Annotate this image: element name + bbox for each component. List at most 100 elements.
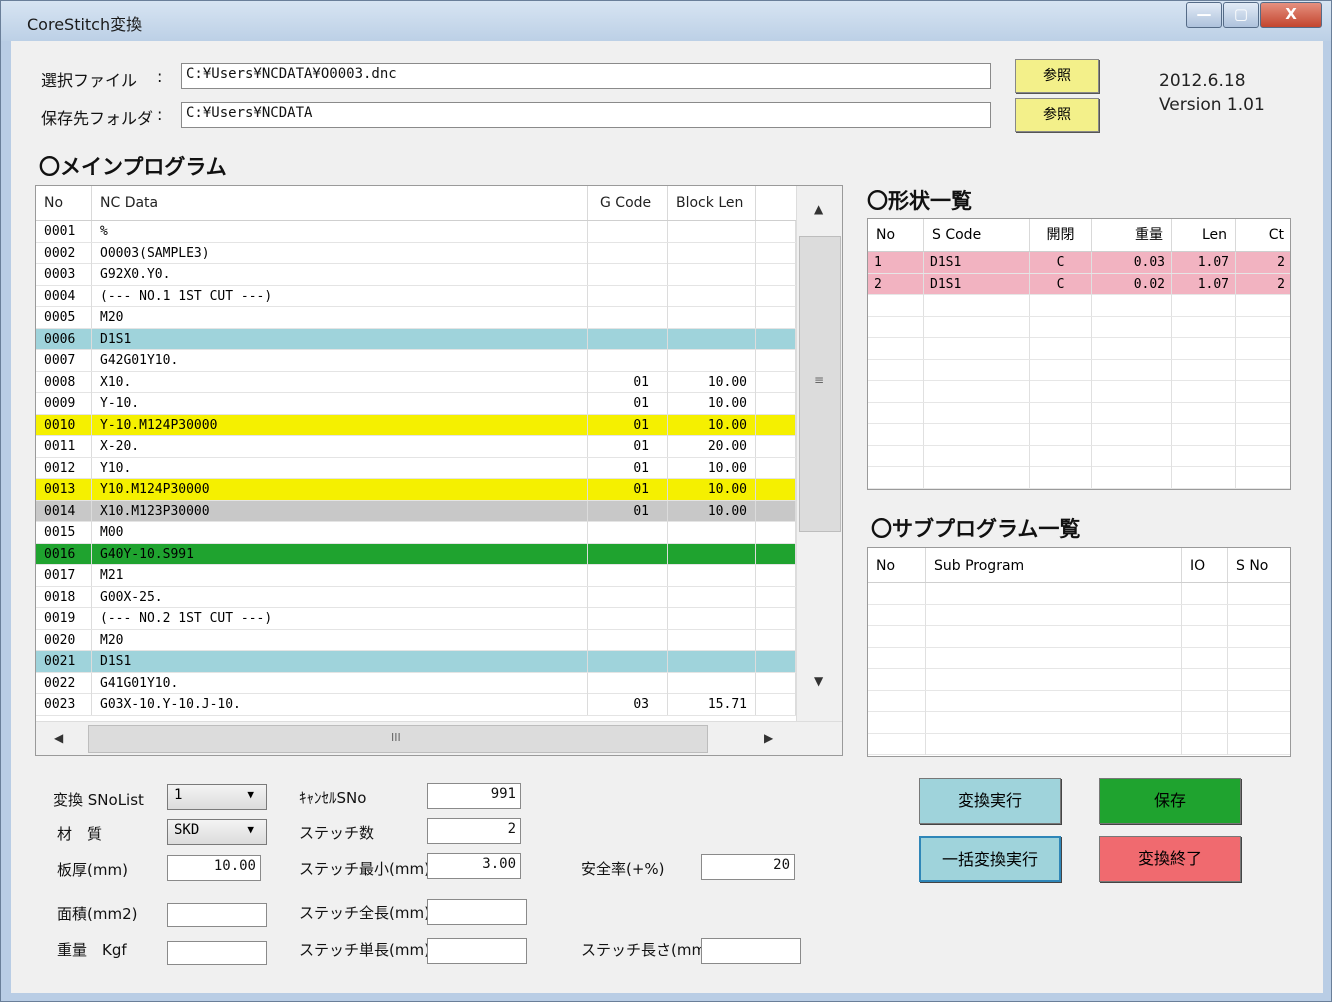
shape-col-no[interactable]: No [868,219,924,251]
cell-nc-data: G42G01Y10. [92,350,588,371]
material-select[interactable]: SKD ▼ [167,819,267,845]
cell-blank [756,608,796,629]
table-row[interactable]: 0007 G42G01Y10. [36,350,796,372]
col-header-nc-data[interactable]: NC Data [92,186,588,220]
cell-no: 0003 [36,264,92,285]
shape-row[interactable]: 1 D1S1 C 0.03 1.07 2 [868,252,1290,274]
shape-cell-len [1172,424,1236,445]
cell-no: 0008 [36,371,92,393]
shape-col-scode[interactable]: S Code [924,219,1030,251]
empty-cell [926,669,1182,690]
cell-g-code: 01 [588,371,668,393]
sub-col-io[interactable]: IO [1182,548,1228,582]
convert-button[interactable]: 変換実行 [919,778,1061,824]
table-row[interactable]: 0017 M21 [36,565,796,587]
empty-cell [926,647,1182,669]
batch-convert-button[interactable]: 一括変換実行 [919,836,1061,882]
col-header-no[interactable]: No [36,186,92,220]
close-button[interactable]: X [1260,2,1322,28]
cell-blank [756,694,796,715]
stitch-count-input[interactable]: 2 [427,818,521,844]
table-row[interactable]: 0012 Y10. 01 10.00 [36,457,796,479]
cell-no: 0019 [36,608,92,629]
table-row[interactable]: 0002 O0003(SAMPLE3) [36,242,796,264]
table-row[interactable]: 0006 D1S1 [36,328,796,350]
table-row[interactable]: 0014 X10.M123P30000 01 10.00 [36,500,796,522]
sub-col-no[interactable]: No [868,548,926,582]
table-row[interactable]: 0015 M00 [36,522,796,544]
cell-no: 0020 [36,629,92,651]
shape-cell-scode [924,467,1030,488]
empty-row [868,733,1290,755]
col-header-g-code[interactable]: G Code [588,186,668,220]
horizontal-scrollbar[interactable]: ◀ III ▶ [36,721,842,755]
file-path-input[interactable]: C:¥Users¥NCDATA¥O0003.dnc [181,63,991,89]
scroll-left-icon[interactable]: ◀ [54,731,63,745]
table-row[interactable]: 0010 Y-10.M124P30000 01 10.00 [36,414,796,436]
shape-cell-open-close [1030,467,1092,488]
window-title: CoreStitch変換 [27,15,143,34]
shape-row[interactable]: 2 D1S1 C 0.02 1.07 2 [868,273,1290,295]
table-row[interactable]: 0020 M20 [36,629,796,651]
material-label: 材 質 [57,825,103,843]
stitch-total-input[interactable] [427,899,527,925]
scroll-right-icon[interactable]: ▶ [764,731,773,745]
table-row[interactable]: 0019 (--- NO.2 1ST CUT ---) [36,608,796,630]
table-row[interactable]: 0023 G03X-10.Y-10.J-10. 03 15.71 [36,694,796,716]
vertical-scroll-thumb[interactable]: ≡ [799,236,841,532]
table-row[interactable]: 0016 G40Y-10.S991 [36,543,796,565]
table-row[interactable]: 0004 (--- NO.1 1ST CUT ---) [36,285,796,307]
shape-col-weight[interactable]: 重量 [1092,219,1172,251]
weight-input[interactable] [167,941,267,965]
shape-cell-weight [1092,445,1172,467]
browse-folder-button[interactable]: 参照 [1015,98,1099,132]
folder-path-input[interactable]: C:¥Users¥NCDATA [181,102,991,128]
stitch-min-input[interactable]: 3.00 [427,853,521,879]
table-row[interactable]: 0011 X-20. 01 20.00 [36,436,796,458]
table-row[interactable]: 0005 M20 [36,307,796,329]
cell-blank [756,285,796,307]
cell-g-code [588,264,668,285]
sub-col-program[interactable]: Sub Program [926,548,1182,582]
col-header-block-len[interactable]: Block Len [668,186,756,220]
cell-block-len [668,629,756,651]
empty-cell [926,626,1182,647]
scroll-up-icon[interactable]: ▲ [814,202,823,216]
table-row[interactable]: 0001% [36,221,796,243]
save-button[interactable]: 保存 [1099,778,1241,824]
table-row[interactable]: 0021 D1S1 [36,651,796,673]
cell-no: 0009 [36,393,92,414]
cell-nc-data: D1S1 [92,328,588,350]
shape-col-len[interactable]: Len [1172,219,1236,251]
horizontal-scroll-thumb[interactable]: III [88,725,708,753]
browse-file-button[interactable]: 参照 [1015,59,1099,93]
shape-col-ct[interactable]: Ct [1236,219,1290,251]
scroll-down-icon[interactable]: ▼ [814,674,823,688]
table-row[interactable]: 0022 G41G01Y10. [36,672,796,694]
vertical-scrollbar[interactable]: ▲ ≡ ▼ [796,186,842,721]
table-row[interactable]: 0008 X10. 01 10.00 [36,371,796,393]
shape-col-open-close[interactable]: 開閉 [1030,219,1092,251]
table-row[interactable]: 0013 Y10.M124P30000 01 10.00 [36,479,796,501]
safety-rate-input[interactable]: 20 [701,854,795,880]
snolist-value: 1 [174,787,183,803]
exit-convert-button[interactable]: 変換終了 [1099,836,1241,882]
stitch-unit-input[interactable] [427,938,527,964]
cell-no: 0015 [36,522,92,543]
thickness-input[interactable]: 10.00 [167,855,261,881]
snolist-select[interactable]: 1 ▼ [167,784,267,810]
maximize-button[interactable]: ▢ [1223,2,1259,28]
shape-list-grid: No S Code 開閉 重量 Len Ct 1 D1S1 C 0.03 1.07 2 2 D… [867,218,1291,490]
cell-g-code: 01 [588,500,668,522]
empty-cell [1228,691,1290,712]
cell-blank [756,328,796,350]
table-row[interactable]: 0009 Y-10. 01 10.00 [36,393,796,415]
table-row[interactable]: 0003 G92X0.Y0. [36,264,796,286]
shape-cell-len [1172,316,1236,338]
stitch-length-input[interactable] [701,938,801,964]
area-input[interactable] [167,903,267,927]
minimize-button[interactable]: — [1186,2,1222,28]
table-row[interactable]: 0018 G00X-25. [36,586,796,608]
cancel-sno-input[interactable]: 991 [427,783,521,809]
sub-col-sno[interactable]: S No [1228,548,1290,582]
